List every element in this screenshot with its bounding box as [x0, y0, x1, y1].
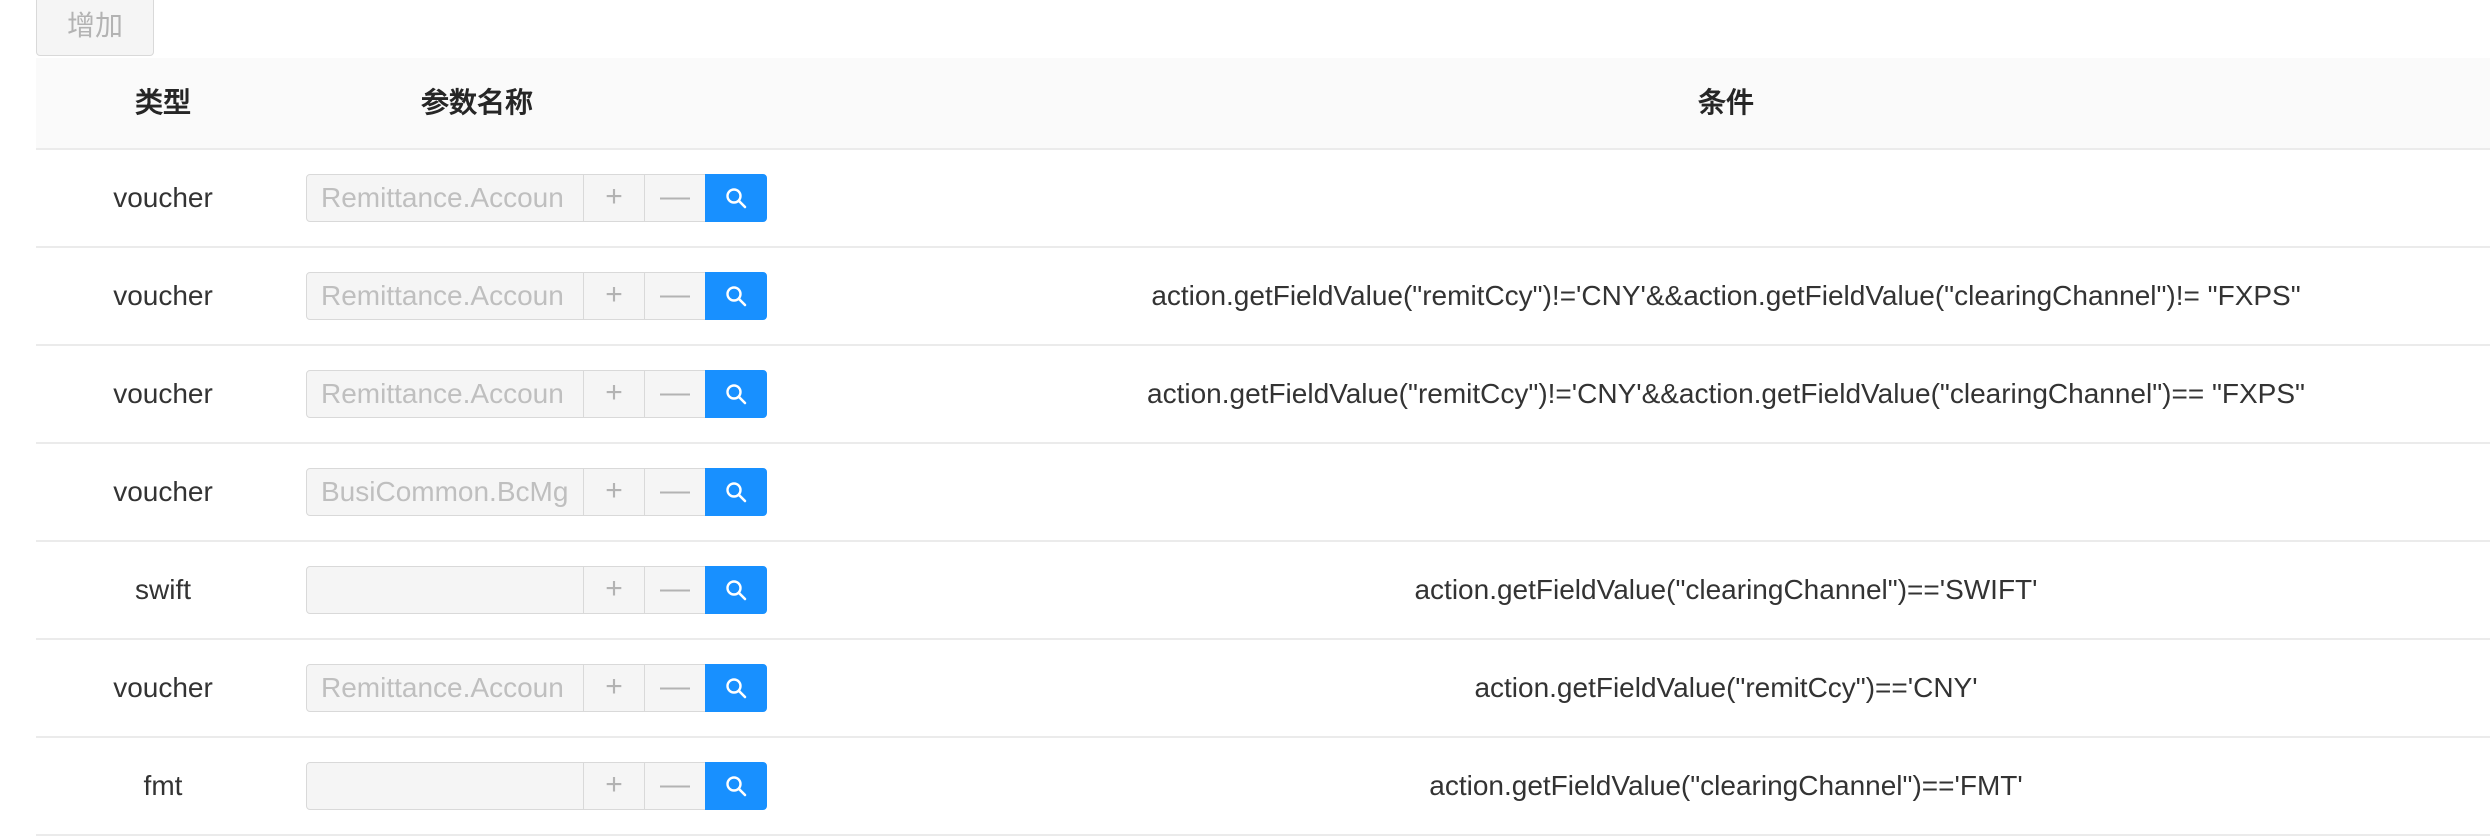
condition-cell: action.getFieldValue("remitCcy")=='CNY'	[1474, 672, 1978, 703]
condition-cell: action.getFieldValue("clearingChannel")=…	[1429, 770, 2023, 801]
param-input-group: Remittance.Accoun + —	[306, 370, 767, 418]
param-name-input[interactable]	[306, 762, 584, 810]
type-cell: voucher	[113, 672, 213, 703]
condition-cell: action.getFieldValue("clearingChannel")=…	[1414, 574, 2038, 605]
param-input-group: Remittance.Accoun + —	[306, 272, 767, 320]
param-name-input[interactable]: Remittance.Accoun	[306, 174, 584, 222]
header-type: 类型	[134, 87, 191, 118]
add-param-button[interactable]: +	[583, 174, 645, 222]
remove-param-button[interactable]: —	[644, 468, 706, 516]
table-row: voucher Remittance.Accoun + — action.get…	[36, 640, 2490, 738]
remove-param-button[interactable]: —	[644, 664, 706, 712]
table-row: voucher Remittance.Accoun + — action.get…	[36, 248, 2490, 346]
condition-cell: action.getFieldValue("remitCcy")!='CNY'&…	[1147, 378, 2305, 409]
table-row: fmt + — action.getFieldValue("clearingCh…	[36, 738, 2490, 836]
type-cell: fmt	[143, 770, 183, 801]
table-header: 类型 参数名称 条件	[36, 58, 2490, 150]
param-name-input[interactable]: Remittance.Accoun	[306, 664, 584, 712]
param-name-input[interactable]: BusiCommon.BcMg	[306, 468, 584, 516]
param-name-input[interactable]: Remittance.Accoun	[306, 272, 584, 320]
type-cell: voucher	[113, 476, 213, 507]
param-input-group: + —	[306, 762, 767, 810]
header-condition: 条件	[1697, 87, 1754, 118]
type-cell: voucher	[113, 182, 213, 213]
table-row: swift + — action.getFieldValue("clearing…	[36, 542, 2490, 640]
param-name-input[interactable]	[306, 566, 584, 614]
remove-param-button[interactable]: —	[644, 370, 706, 418]
param-input-group: + —	[306, 566, 767, 614]
table-row: voucher Remittance.Accoun + — action.get…	[36, 346, 2490, 444]
remove-param-button[interactable]: —	[644, 566, 706, 614]
table-row: voucher Remittance.Accoun + —	[36, 150, 2490, 248]
remove-param-button[interactable]: —	[644, 762, 706, 810]
param-input-group: Remittance.Accoun + —	[306, 664, 767, 712]
add-param-button[interactable]: +	[583, 468, 645, 516]
add-param-button[interactable]: +	[583, 566, 645, 614]
add-button[interactable]: 增加	[36, 0, 154, 56]
type-cell: voucher	[113, 280, 213, 311]
param-name-input[interactable]: Remittance.Accoun	[306, 370, 584, 418]
condition-cell	[736, 444, 2490, 540]
remove-param-button[interactable]: —	[644, 272, 706, 320]
type-cell: voucher	[113, 378, 213, 409]
condition-cell: action.getFieldValue("remitCcy")!='CNY'&…	[1151, 280, 2301, 311]
table-row: voucher BusiCommon.BcMg + —	[36, 444, 2490, 542]
header-param-name: 参数名称	[420, 87, 533, 118]
param-input-group: BusiCommon.BcMg + —	[306, 468, 767, 516]
type-cell: swift	[135, 574, 191, 605]
add-param-button[interactable]: +	[583, 370, 645, 418]
remove-param-button[interactable]: —	[644, 174, 706, 222]
param-input-group: Remittance.Accoun + —	[306, 174, 767, 222]
rules-table: 类型 参数名称 条件 voucher Remittance.Accoun + —…	[36, 58, 2490, 836]
add-param-button[interactable]: +	[583, 272, 645, 320]
condition-cell	[736, 150, 2490, 246]
add-param-button[interactable]: +	[583, 664, 645, 712]
add-param-button[interactable]: +	[583, 762, 645, 810]
